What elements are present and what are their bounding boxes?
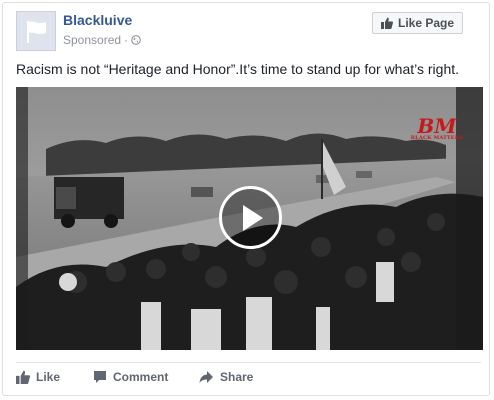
play-icon (243, 205, 263, 231)
dot-separator: · (124, 33, 129, 47)
flag-icon (27, 21, 46, 43)
thumbs-up-icon (16, 370, 30, 384)
page-avatar[interactable] (16, 11, 56, 51)
video-player[interactable]: BM BLACK MATTERS (16, 87, 483, 350)
page-name-link[interactable]: Blackluive (63, 12, 132, 28)
like-label: Like (36, 370, 61, 384)
share-label: Share (220, 370, 254, 384)
video-watermark: BM BLACK MATTERS (410, 114, 463, 141)
share-icon (199, 371, 213, 383)
comment-icon (94, 371, 106, 383)
watermark-text: BLACK MATTERS (410, 135, 463, 141)
sponsored-label[interactable]: Sponsored (63, 33, 121, 47)
actions-divider (16, 362, 481, 363)
watermark-logo: BM (417, 114, 457, 138)
like-page-label: Like Page (397, 16, 455, 30)
sponsored-line: Sponsored · (63, 33, 141, 47)
sponsored-post-card: Blackluive Sponsored · Like Page Racism … (2, 2, 490, 396)
like-button[interactable]: Like (16, 370, 60, 384)
share-button[interactable]: Share (199, 370, 253, 384)
globe-icon[interactable] (131, 35, 141, 45)
like-page-button[interactable]: Like Page (372, 12, 463, 34)
post-text: Racism is not “Heritage and Honor”.It’s … (16, 61, 460, 77)
play-button[interactable] (219, 186, 282, 249)
comment-button[interactable]: Comment (93, 370, 168, 384)
comment-label: Comment (113, 370, 169, 384)
thumbs-up-icon (380, 17, 393, 29)
post-actions-bar: Like Comment Share (16, 367, 481, 393)
